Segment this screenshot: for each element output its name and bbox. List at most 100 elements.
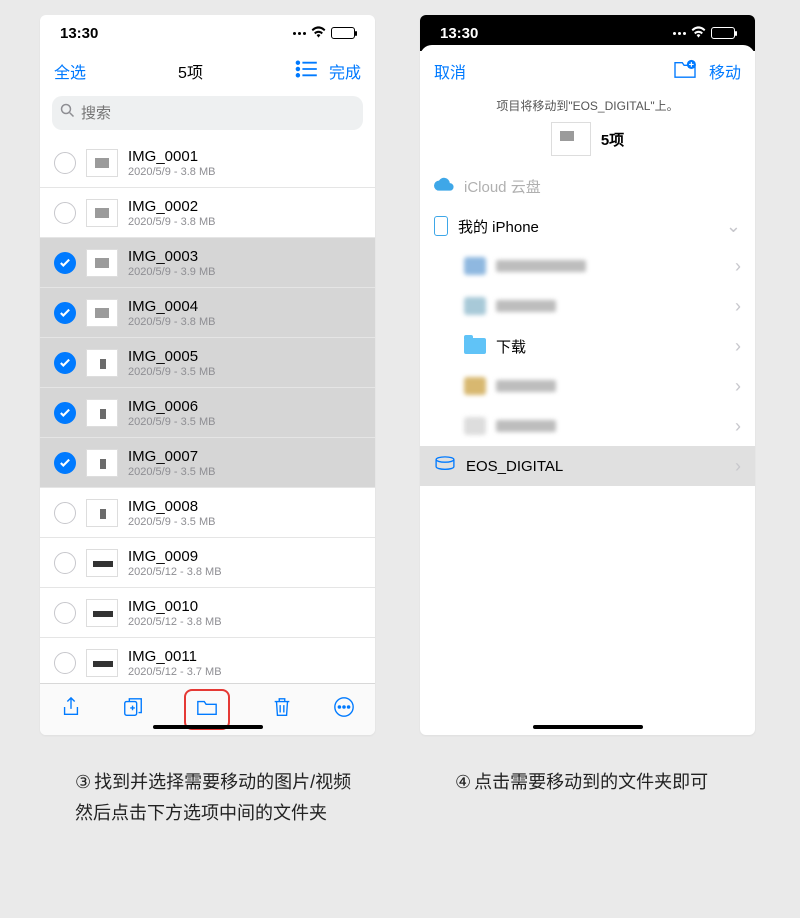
- navbar-title: 5项: [178, 59, 203, 83]
- step-text: 点击需要移动到的文件夹即可: [474, 772, 708, 792]
- file-row[interactable]: IMG_00102020/5/12 - 3.8 MB: [40, 588, 375, 638]
- file-meta: 2020/5/9 - 3.9 MB: [128, 266, 361, 278]
- file-name: IMG_0004: [128, 298, 361, 316]
- file-info: IMG_00102020/5/12 - 3.8 MB: [128, 598, 361, 628]
- file-name: IMG_0007: [128, 448, 361, 466]
- folder-icon: [464, 338, 486, 354]
- file-name: IMG_0006: [128, 398, 361, 416]
- file-meta: 2020/5/9 - 3.8 MB: [128, 216, 361, 228]
- select-all-button[interactable]: 全选: [54, 59, 86, 83]
- file-thumbnail: [86, 349, 118, 377]
- location-folder-1[interactable]: ›: [420, 246, 755, 286]
- signal-icon: [673, 32, 686, 35]
- file-name: IMG_0001: [128, 148, 361, 166]
- status-bar: 13:30: [40, 15, 375, 51]
- file-row[interactable]: IMG_00072020/5/9 - 3.5 MB: [40, 438, 375, 488]
- file-thumbnail: [86, 549, 118, 577]
- file-thumbnail: [86, 149, 118, 177]
- file-info: IMG_00052020/5/9 - 3.5 MB: [128, 348, 361, 378]
- file-meta: 2020/5/9 - 3.8 MB: [128, 316, 361, 328]
- move-to-folder-button[interactable]: [184, 689, 230, 730]
- file-thumbnail: [86, 249, 118, 277]
- external-drive-icon: [434, 456, 456, 476]
- file-meta: 2020/5/9 - 3.5 MB: [128, 466, 361, 478]
- delete-button[interactable]: [271, 696, 293, 723]
- battery-icon: [331, 27, 355, 39]
- file-row[interactable]: IMG_00062020/5/9 - 3.5 MB: [40, 388, 375, 438]
- checkbox[interactable]: [54, 552, 76, 574]
- file-name: IMG_0003: [128, 248, 361, 266]
- new-folder-icon[interactable]: [673, 59, 697, 84]
- signal-icon: [293, 32, 306, 35]
- file-row[interactable]: IMG_00032020/5/9 - 3.9 MB: [40, 238, 375, 288]
- navbar: 取消 移动: [420, 51, 755, 91]
- file-row[interactable]: IMG_00092020/5/12 - 3.8 MB: [40, 538, 375, 588]
- location-folder-3[interactable]: ›: [420, 366, 755, 406]
- location-folder-4[interactable]: ›: [420, 406, 755, 446]
- folder-icon: [464, 377, 486, 395]
- view-list-icon[interactable]: [295, 60, 317, 83]
- file-meta: 2020/5/12 - 3.8 MB: [128, 566, 361, 578]
- file-meta: 2020/5/9 - 3.5 MB: [128, 516, 361, 528]
- checkbox[interactable]: [54, 252, 76, 274]
- step-number: ③: [75, 767, 91, 798]
- file-meta: 2020/5/9 - 3.5 MB: [128, 416, 361, 428]
- location-label: 下载: [496, 336, 526, 357]
- location-my-iphone[interactable]: 我的 iPhone ⌄: [420, 206, 755, 246]
- share-button[interactable]: [60, 696, 82, 723]
- caption-step-3: ③找到并选择需要移动的图片/视频然后点击下方选项中间的文件夹: [75, 767, 355, 828]
- caption-step-4: ④点击需要移动到的文件夹即可: [455, 767, 735, 798]
- checkbox[interactable]: [54, 502, 76, 524]
- location-folder-2[interactable]: ›: [420, 286, 755, 326]
- file-meta: 2020/5/9 - 3.8 MB: [128, 166, 361, 178]
- selection-count: 5项: [601, 129, 624, 150]
- checkbox[interactable]: [54, 152, 76, 174]
- file-thumbnail: [86, 449, 118, 477]
- location-label: EOS_DIGITAL: [466, 458, 563, 475]
- done-button[interactable]: 完成: [329, 59, 361, 83]
- checkbox[interactable]: [54, 352, 76, 374]
- chevron-right-icon: ›: [735, 376, 741, 397]
- file-thumbnail: [86, 499, 118, 527]
- chevron-right-icon: ›: [735, 456, 741, 477]
- search-input[interactable]: [81, 105, 355, 122]
- file-row[interactable]: IMG_00112020/5/12 - 3.7 MB: [40, 638, 375, 688]
- folder-label-redacted: [496, 380, 556, 392]
- file-row[interactable]: IMG_00022020/5/9 - 3.8 MB: [40, 188, 375, 238]
- checkbox[interactable]: [54, 452, 76, 474]
- file-name: IMG_0009: [128, 548, 361, 566]
- duplicate-button[interactable]: [122, 696, 144, 723]
- move-button[interactable]: 移动: [709, 59, 741, 83]
- checkbox[interactable]: [54, 602, 76, 624]
- status-time: 13:30: [440, 25, 478, 42]
- file-row[interactable]: IMG_00042020/5/9 - 3.8 MB: [40, 288, 375, 338]
- file-info: IMG_00112020/5/12 - 3.7 MB: [128, 648, 361, 678]
- checkbox[interactable]: [54, 402, 76, 424]
- selection-summary: 5项: [420, 122, 755, 156]
- checkbox[interactable]: [54, 652, 76, 674]
- file-row[interactable]: IMG_00012020/5/9 - 3.8 MB: [40, 138, 375, 188]
- file-info: IMG_00042020/5/9 - 3.8 MB: [128, 298, 361, 328]
- file-info: IMG_00092020/5/12 - 3.8 MB: [128, 548, 361, 578]
- location-downloads[interactable]: 下载 ›: [420, 326, 755, 366]
- file-row[interactable]: IMG_00082020/5/9 - 3.5 MB: [40, 488, 375, 538]
- file-row[interactable]: IMG_00052020/5/9 - 3.5 MB: [40, 338, 375, 388]
- wifi-icon: [311, 25, 326, 42]
- checkbox[interactable]: [54, 202, 76, 224]
- cancel-button[interactable]: 取消: [434, 59, 466, 83]
- file-meta: 2020/5/12 - 3.8 MB: [128, 616, 361, 628]
- file-info: IMG_00022020/5/9 - 3.8 MB: [128, 198, 361, 228]
- location-eos-digital[interactable]: EOS_DIGITAL ›: [420, 446, 755, 486]
- file-thumbnail: [86, 299, 118, 327]
- checkbox[interactable]: [54, 302, 76, 324]
- file-info: IMG_00012020/5/9 - 3.8 MB: [128, 148, 361, 178]
- file-thumbnail: [86, 599, 118, 627]
- chevron-right-icon: ›: [735, 416, 741, 437]
- file-thumbnail: [86, 649, 118, 677]
- search-bar[interactable]: [52, 96, 363, 130]
- battery-icon: [711, 27, 735, 39]
- home-indicator: [533, 725, 643, 729]
- more-button[interactable]: [333, 696, 355, 723]
- file-name: IMG_0005: [128, 348, 361, 366]
- folder-icon: [464, 297, 486, 315]
